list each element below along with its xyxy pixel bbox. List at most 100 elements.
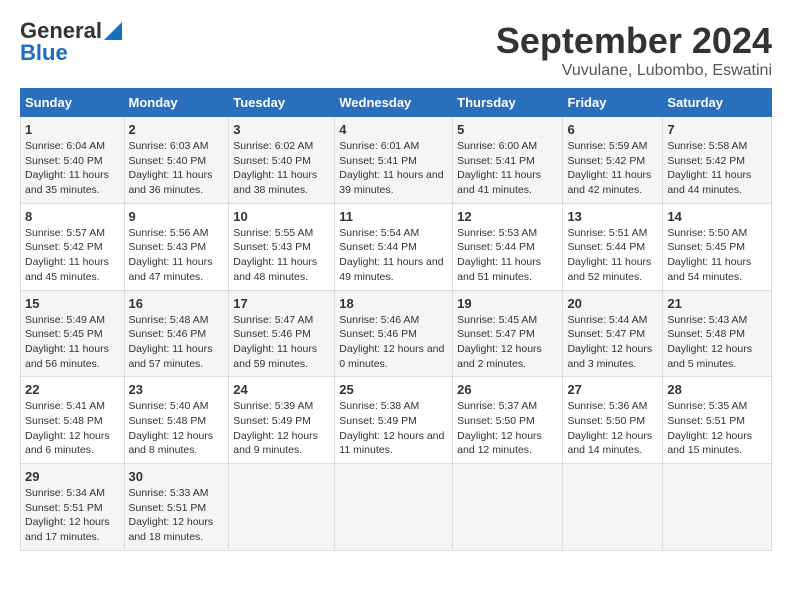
day-number: 14	[667, 209, 767, 224]
calendar-table: Sunday Monday Tuesday Wednesday Thursday…	[20, 88, 772, 551]
day-info: Sunrise: 5:57 AM Sunset: 5:42 PM Dayligh…	[25, 226, 120, 285]
day-info: Sunrise: 5:33 AM Sunset: 5:51 PM Dayligh…	[129, 486, 225, 545]
day-info: Sunrise: 5:38 AM Sunset: 5:49 PM Dayligh…	[339, 399, 448, 458]
day-number: 29	[25, 469, 120, 484]
calendar-cell: 1 Sunrise: 6:04 AM Sunset: 5:40 PM Dayli…	[21, 117, 125, 204]
calendar-cell: 21 Sunrise: 5:43 AM Sunset: 5:48 PM Dayl…	[663, 290, 772, 377]
col-thursday: Thursday	[453, 89, 563, 117]
day-number: 9	[129, 209, 225, 224]
calendar-week-row: 15 Sunrise: 5:49 AM Sunset: 5:45 PM Dayl…	[21, 290, 772, 377]
day-info: Sunrise: 5:36 AM Sunset: 5:50 PM Dayligh…	[567, 399, 658, 458]
title-block: September 2024 Vuvulane, Lubombo, Eswati…	[496, 20, 772, 80]
weekday-header-row: Sunday Monday Tuesday Wednesday Thursday…	[21, 89, 772, 117]
day-number: 20	[567, 296, 658, 311]
day-info: Sunrise: 5:56 AM Sunset: 5:43 PM Dayligh…	[129, 226, 225, 285]
col-saturday: Saturday	[663, 89, 772, 117]
page-title: September 2024	[496, 20, 772, 62]
day-number: 25	[339, 382, 448, 397]
calendar-cell: 9 Sunrise: 5:56 AM Sunset: 5:43 PM Dayli…	[124, 203, 229, 290]
day-info: Sunrise: 5:46 AM Sunset: 5:46 PM Dayligh…	[339, 313, 448, 372]
calendar-cell: 30 Sunrise: 5:33 AM Sunset: 5:51 PM Dayl…	[124, 464, 229, 551]
calendar-cell: 24 Sunrise: 5:39 AM Sunset: 5:49 PM Dayl…	[229, 377, 335, 464]
calendar-cell	[663, 464, 772, 551]
day-info: Sunrise: 5:49 AM Sunset: 5:45 PM Dayligh…	[25, 313, 120, 372]
calendar-cell: 26 Sunrise: 5:37 AM Sunset: 5:50 PM Dayl…	[453, 377, 563, 464]
calendar-cell: 12 Sunrise: 5:53 AM Sunset: 5:44 PM Dayl…	[453, 203, 563, 290]
day-number: 17	[233, 296, 330, 311]
day-info: Sunrise: 5:43 AM Sunset: 5:48 PM Dayligh…	[667, 313, 767, 372]
logo-general-text: General	[20, 20, 102, 42]
logo: General Blue	[20, 20, 122, 64]
calendar-week-row: 29 Sunrise: 5:34 AM Sunset: 5:51 PM Dayl…	[21, 464, 772, 551]
day-number: 23	[129, 382, 225, 397]
page-header: General Blue September 2024 Vuvulane, Lu…	[20, 20, 772, 80]
day-info: Sunrise: 5:34 AM Sunset: 5:51 PM Dayligh…	[25, 486, 120, 545]
day-number: 3	[233, 122, 330, 137]
day-info: Sunrise: 5:39 AM Sunset: 5:49 PM Dayligh…	[233, 399, 330, 458]
col-tuesday: Tuesday	[229, 89, 335, 117]
calendar-week-row: 8 Sunrise: 5:57 AM Sunset: 5:42 PM Dayli…	[21, 203, 772, 290]
day-number: 19	[457, 296, 558, 311]
calendar-cell: 10 Sunrise: 5:55 AM Sunset: 5:43 PM Dayl…	[229, 203, 335, 290]
day-number: 2	[129, 122, 225, 137]
day-info: Sunrise: 5:51 AM Sunset: 5:44 PM Dayligh…	[567, 226, 658, 285]
col-sunday: Sunday	[21, 89, 125, 117]
calendar-cell	[229, 464, 335, 551]
day-number: 27	[567, 382, 658, 397]
day-number: 12	[457, 209, 558, 224]
calendar-cell: 27 Sunrise: 5:36 AM Sunset: 5:50 PM Dayl…	[563, 377, 663, 464]
calendar-cell: 22 Sunrise: 5:41 AM Sunset: 5:48 PM Dayl…	[21, 377, 125, 464]
day-info: Sunrise: 5:35 AM Sunset: 5:51 PM Dayligh…	[667, 399, 767, 458]
day-info: Sunrise: 5:53 AM Sunset: 5:44 PM Dayligh…	[457, 226, 558, 285]
calendar-cell: 25 Sunrise: 5:38 AM Sunset: 5:49 PM Dayl…	[335, 377, 453, 464]
day-number: 16	[129, 296, 225, 311]
day-info: Sunrise: 6:00 AM Sunset: 5:41 PM Dayligh…	[457, 139, 558, 198]
day-number: 8	[25, 209, 120, 224]
logo-triangle-icon	[104, 22, 122, 40]
calendar-cell: 18 Sunrise: 5:46 AM Sunset: 5:46 PM Dayl…	[335, 290, 453, 377]
day-info: Sunrise: 5:40 AM Sunset: 5:48 PM Dayligh…	[129, 399, 225, 458]
day-number: 21	[667, 296, 767, 311]
day-info: Sunrise: 6:02 AM Sunset: 5:40 PM Dayligh…	[233, 139, 330, 198]
logo-blue-text: Blue	[20, 42, 122, 64]
day-number: 1	[25, 122, 120, 137]
day-number: 11	[339, 209, 448, 224]
day-info: Sunrise: 6:01 AM Sunset: 5:41 PM Dayligh…	[339, 139, 448, 198]
calendar-cell: 23 Sunrise: 5:40 AM Sunset: 5:48 PM Dayl…	[124, 377, 229, 464]
day-number: 4	[339, 122, 448, 137]
day-info: Sunrise: 5:41 AM Sunset: 5:48 PM Dayligh…	[25, 399, 120, 458]
day-number: 15	[25, 296, 120, 311]
col-friday: Friday	[563, 89, 663, 117]
day-info: Sunrise: 5:55 AM Sunset: 5:43 PM Dayligh…	[233, 226, 330, 285]
day-number: 13	[567, 209, 658, 224]
day-info: Sunrise: 5:59 AM Sunset: 5:42 PM Dayligh…	[567, 139, 658, 198]
day-info: Sunrise: 5:48 AM Sunset: 5:46 PM Dayligh…	[129, 313, 225, 372]
calendar-cell: 19 Sunrise: 5:45 AM Sunset: 5:47 PM Dayl…	[453, 290, 563, 377]
col-wednesday: Wednesday	[335, 89, 453, 117]
calendar-cell	[453, 464, 563, 551]
day-number: 6	[567, 122, 658, 137]
day-number: 24	[233, 382, 330, 397]
day-info: Sunrise: 6:04 AM Sunset: 5:40 PM Dayligh…	[25, 139, 120, 198]
day-info: Sunrise: 5:58 AM Sunset: 5:42 PM Dayligh…	[667, 139, 767, 198]
calendar-cell: 28 Sunrise: 5:35 AM Sunset: 5:51 PM Dayl…	[663, 377, 772, 464]
day-info: Sunrise: 5:50 AM Sunset: 5:45 PM Dayligh…	[667, 226, 767, 285]
col-monday: Monday	[124, 89, 229, 117]
calendar-cell	[335, 464, 453, 551]
day-info: Sunrise: 5:47 AM Sunset: 5:46 PM Dayligh…	[233, 313, 330, 372]
day-info: Sunrise: 5:37 AM Sunset: 5:50 PM Dayligh…	[457, 399, 558, 458]
calendar-week-row: 22 Sunrise: 5:41 AM Sunset: 5:48 PM Dayl…	[21, 377, 772, 464]
day-number: 10	[233, 209, 330, 224]
day-number: 7	[667, 122, 767, 137]
calendar-cell: 20 Sunrise: 5:44 AM Sunset: 5:47 PM Dayl…	[563, 290, 663, 377]
calendar-cell	[563, 464, 663, 551]
calendar-cell: 29 Sunrise: 5:34 AM Sunset: 5:51 PM Dayl…	[21, 464, 125, 551]
calendar-cell: 11 Sunrise: 5:54 AM Sunset: 5:44 PM Dayl…	[335, 203, 453, 290]
calendar-cell: 4 Sunrise: 6:01 AM Sunset: 5:41 PM Dayli…	[335, 117, 453, 204]
calendar-cell: 5 Sunrise: 6:00 AM Sunset: 5:41 PM Dayli…	[453, 117, 563, 204]
calendar-week-row: 1 Sunrise: 6:04 AM Sunset: 5:40 PM Dayli…	[21, 117, 772, 204]
calendar-cell: 13 Sunrise: 5:51 AM Sunset: 5:44 PM Dayl…	[563, 203, 663, 290]
calendar-cell: 17 Sunrise: 5:47 AM Sunset: 5:46 PM Dayl…	[229, 290, 335, 377]
calendar-cell: 15 Sunrise: 5:49 AM Sunset: 5:45 PM Dayl…	[21, 290, 125, 377]
day-info: Sunrise: 6:03 AM Sunset: 5:40 PM Dayligh…	[129, 139, 225, 198]
